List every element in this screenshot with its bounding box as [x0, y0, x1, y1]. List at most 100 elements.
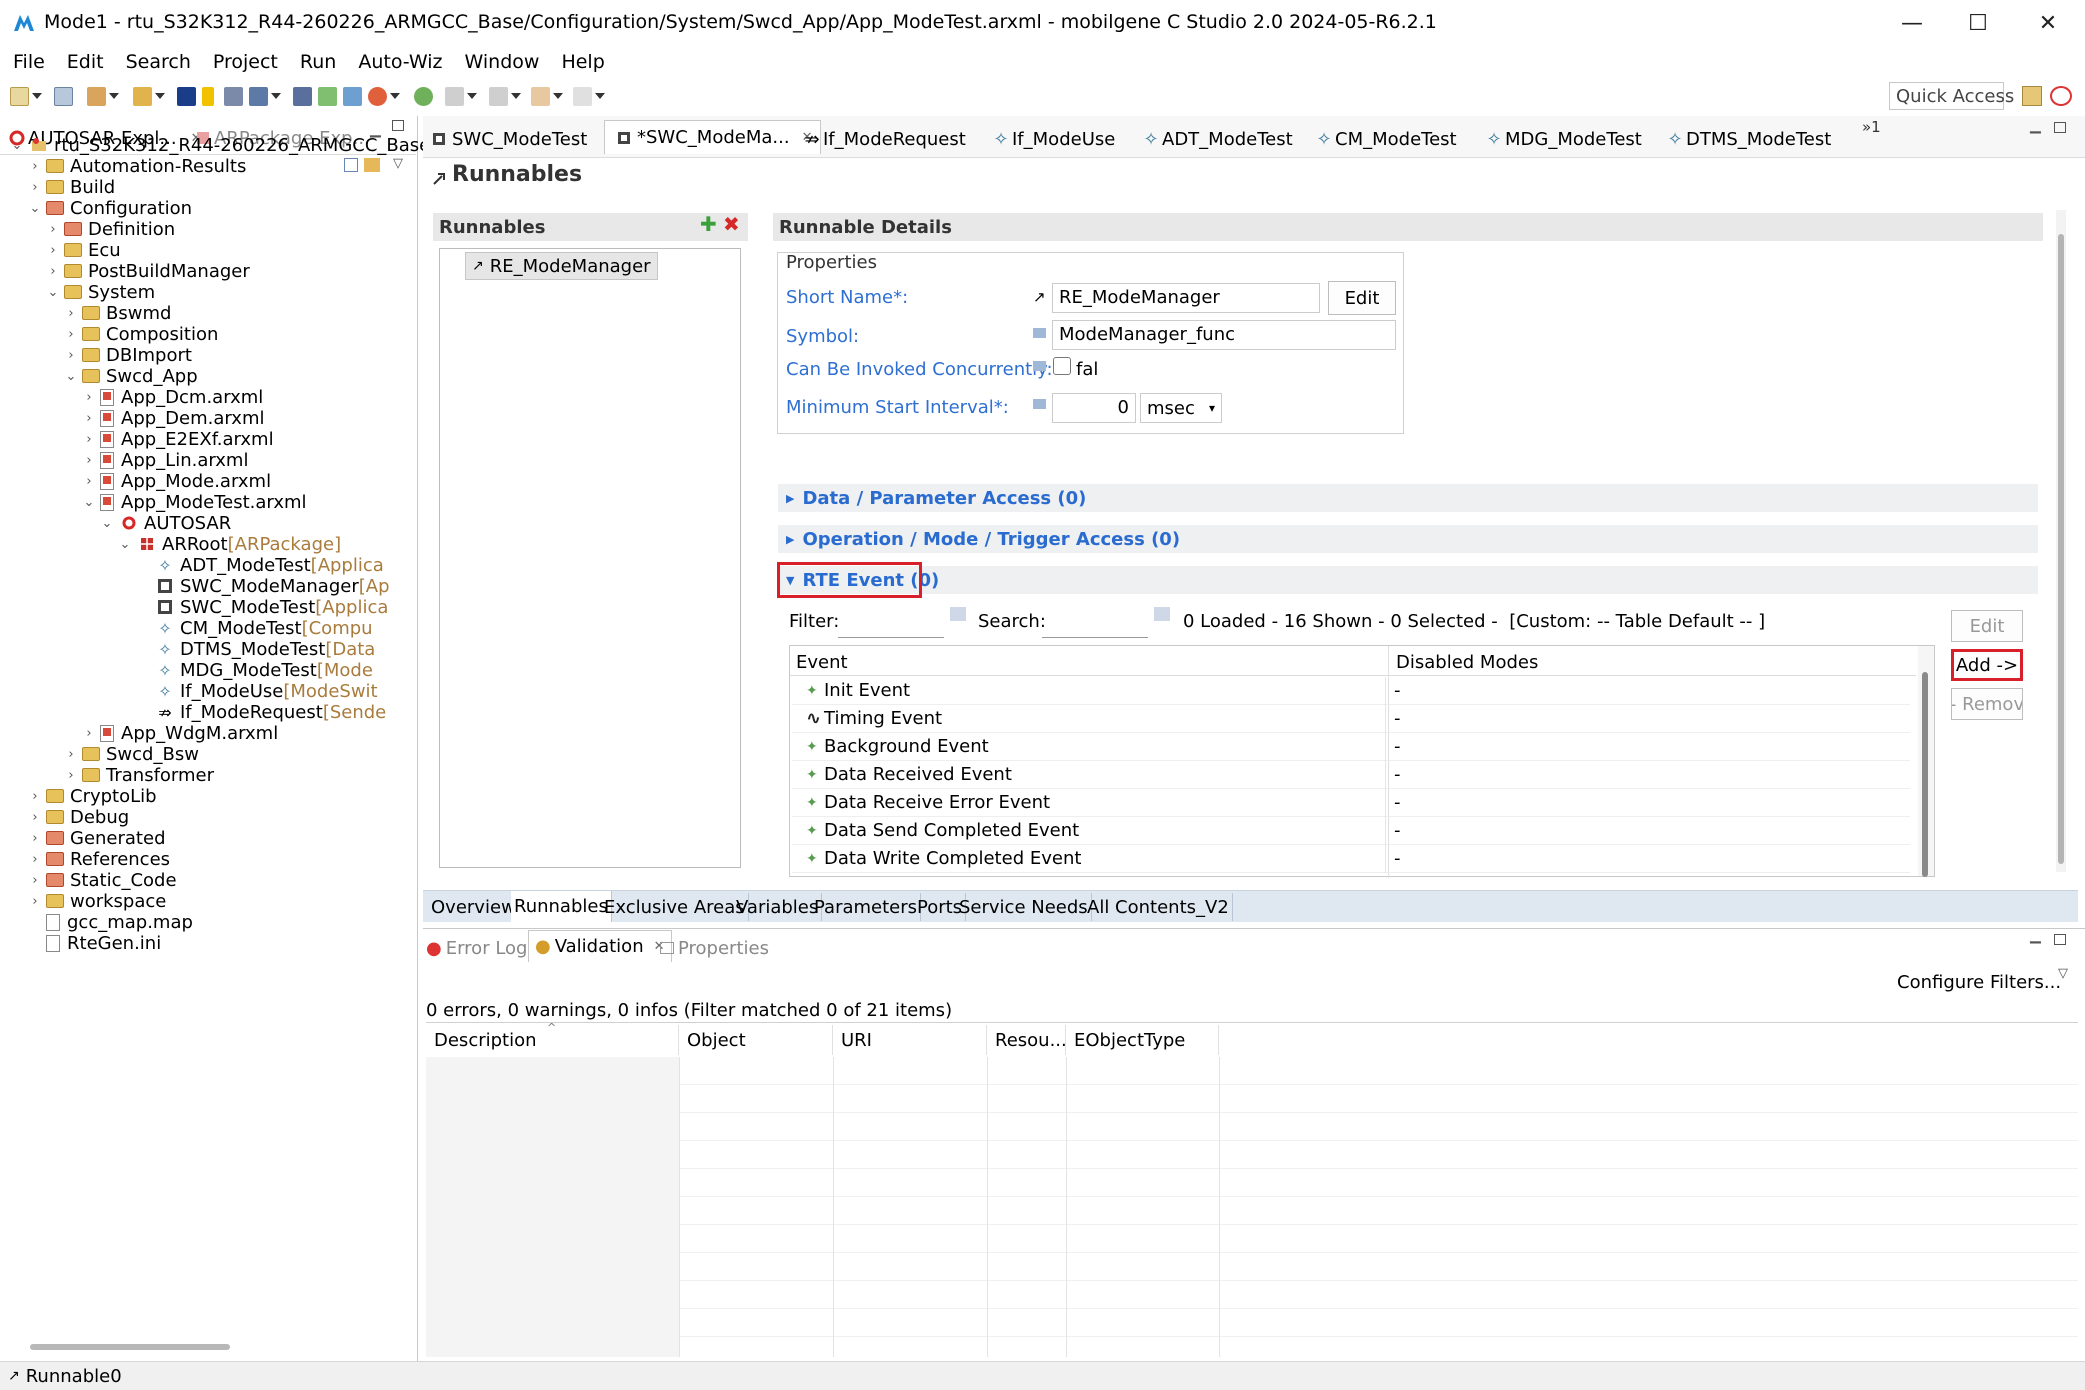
chevron-down-icon[interactable]: ⌄ — [100, 516, 114, 531]
maximize-editor-icon[interactable] — [2054, 122, 2066, 133]
column-disabled-modes[interactable]: Disabled Modes — [1396, 652, 1538, 673]
forward-icon[interactable] — [573, 86, 592, 106]
next-edit-dropdown-icon[interactable] — [511, 93, 521, 99]
wizard-icon[interactable] — [133, 86, 152, 106]
clear-filter-icon[interactable] — [950, 607, 966, 621]
editor-tab[interactable]: ⇏ If_ModeRequest — [801, 124, 965, 154]
next-edit-icon[interactable] — [489, 86, 508, 106]
chevron-right-icon[interactable]: › — [28, 159, 42, 174]
chevron-right-icon[interactable]: › — [28, 831, 42, 846]
new-dropdown-icon[interactable] — [32, 93, 42, 99]
symbol-label[interactable]: Symbol: — [786, 326, 859, 347]
chevron-right-icon[interactable]: › — [28, 789, 42, 804]
tab-validation[interactable]: ● Validation ✕ — [528, 930, 672, 962]
maximize-panel-icon[interactable] — [2054, 934, 2066, 945]
target-dropdown-icon[interactable] — [390, 93, 400, 99]
perspective-icon[interactable] — [2022, 86, 2042, 106]
chevron-down-icon[interactable]: ⌄ — [46, 285, 60, 300]
collapse-all-icon[interactable] — [344, 158, 358, 172]
chevron-down-icon[interactable]: ⌄ — [118, 537, 132, 552]
delete-runnable-icon[interactable]: ✖ — [723, 212, 740, 236]
search-input[interactable] — [1042, 606, 1148, 638]
filter-input[interactable] — [838, 606, 944, 638]
edit-event-button[interactable]: Edit — [1951, 610, 2023, 642]
chevron-right-icon[interactable]: › — [28, 894, 42, 909]
editor-tab[interactable]: ✧ MDG_ModeTest — [1483, 124, 1641, 154]
chevron-right-icon[interactable]: › — [82, 726, 96, 741]
quick-access-field[interactable]: Quick Access — [1889, 82, 2014, 110]
maximize-button[interactable]: ☐ — [1945, 0, 2011, 46]
short-name-label[interactable]: Short Name*: — [786, 287, 908, 308]
column-eobjecttype[interactable]: EObjectType — [1066, 1025, 1219, 1055]
back-icon[interactable] — [531, 86, 550, 106]
chart-icon[interactable] — [249, 86, 268, 106]
details-scrollbar-thumb[interactable] — [2058, 234, 2064, 864]
prev-edit-icon[interactable] — [445, 86, 464, 106]
menu-file[interactable]: File — [13, 51, 45, 73]
chevron-right-icon[interactable]: › — [64, 327, 78, 342]
build-icon[interactable] — [87, 86, 106, 106]
chevron-right-icon[interactable]: › — [82, 474, 96, 489]
event-row[interactable]: ✦ Data Received Event - — [792, 760, 1910, 789]
add-runnable-icon[interactable]: ✚ — [700, 212, 717, 236]
chevron-right-icon[interactable]: › — [82, 411, 96, 426]
editor-tab[interactable]: ✧ CM_ModeTest — [1313, 124, 1456, 154]
rte-event-section[interactable]: ▼ RTE Event (0) — [778, 566, 2038, 594]
chevron-right-icon[interactable]: › — [64, 768, 78, 783]
menu-window[interactable]: Window — [465, 51, 540, 73]
column-object[interactable]: Object — [679, 1025, 833, 1055]
operation-access-section[interactable]: ▶ Operation / Mode / Trigger Access (0) — [778, 525, 2038, 553]
chevron-right-icon[interactable]: › — [82, 453, 96, 468]
chevron-right-icon[interactable]: › — [82, 432, 96, 447]
new-icon[interactable] — [10, 86, 29, 106]
remove-event-button[interactable]: - Remov — [1951, 688, 2023, 720]
event-row[interactable]: ✦ Background Event - — [792, 732, 1910, 761]
chevron-right-icon[interactable]: › — [28, 810, 42, 825]
chevron-down-icon[interactable]: ⌄ — [28, 201, 42, 216]
close-button[interactable]: ✕ — [2015, 0, 2081, 46]
page-tab[interactable]: Runnables — [511, 891, 612, 922]
chevron-down-icon[interactable]: ⌄ — [10, 138, 24, 153]
prev-edit-dropdown-icon[interactable] — [467, 93, 477, 99]
event-row[interactable]: ✦ Data Send Completed Event - — [792, 816, 1910, 845]
chart-dropdown-icon[interactable] — [271, 93, 281, 99]
terminal-icon[interactable] — [177, 86, 196, 106]
chevron-right-icon[interactable]: › — [46, 243, 60, 258]
target-icon[interactable] — [368, 86, 387, 106]
chevron-right-icon[interactable]: › — [28, 180, 42, 195]
more-tabs-indicator[interactable]: »1 — [1862, 118, 1881, 136]
menu-help[interactable]: Help — [561, 51, 604, 73]
event-row[interactable]: ✦ Data Write Completed Event - — [792, 844, 1910, 873]
clear-search-icon[interactable] — [1154, 607, 1170, 621]
spark-icon[interactable] — [202, 86, 214, 106]
column-uri[interactable]: URI — [833, 1025, 987, 1055]
window-icon[interactable] — [318, 86, 337, 106]
page-tab[interactable]: Variables — [733, 893, 823, 921]
chevron-right-icon[interactable]: › — [46, 264, 60, 279]
table-icon[interactable] — [293, 86, 312, 106]
data-access-section[interactable]: ▶ Data / Parameter Access (0) — [778, 484, 2038, 512]
minimize-panel-icon[interactable]: ▁ — [2030, 928, 2041, 944]
menu-edit[interactable]: Edit — [67, 51, 104, 73]
editor-tab[interactable]: SWC_ModeTest — [428, 124, 587, 154]
view-menu-icon[interactable]: ▽ — [2058, 966, 2068, 981]
build-dropdown-icon[interactable] — [109, 93, 119, 99]
chevron-right-icon[interactable]: › — [64, 306, 78, 321]
runnable-item[interactable]: ↗ RE_ModeManager — [465, 252, 658, 280]
chevron-down-icon[interactable]: ⌄ — [82, 495, 96, 510]
min-interval-input[interactable]: 0 — [1052, 393, 1136, 423]
maximize-view-icon[interactable] — [392, 120, 404, 131]
edit-short-name-button[interactable]: Edit — [1328, 281, 1396, 315]
editor-tab[interactable]: ✧ DTMS_ModeTest — [1664, 124, 1831, 154]
chevron-down-icon[interactable]: ⌄ — [64, 369, 78, 384]
table-scrollbar-thumb[interactable] — [1922, 672, 1928, 877]
column-resource[interactable]: Resou... — [987, 1025, 1067, 1055]
tree-item[interactable]: RteGen.ini — [28, 930, 161, 956]
editor-tab[interactable]: ✧ If_ModeUse — [990, 124, 1115, 154]
chevron-right-icon[interactable]: › — [64, 348, 78, 363]
page-tab[interactable]: Overview — [428, 893, 520, 921]
concurrent-checkbox[interactable] — [1053, 357, 1071, 375]
menu-run[interactable]: Run — [300, 51, 336, 73]
add-event-button[interactable]: Add -> — [1951, 649, 2023, 681]
save-icon[interactable] — [54, 86, 73, 106]
